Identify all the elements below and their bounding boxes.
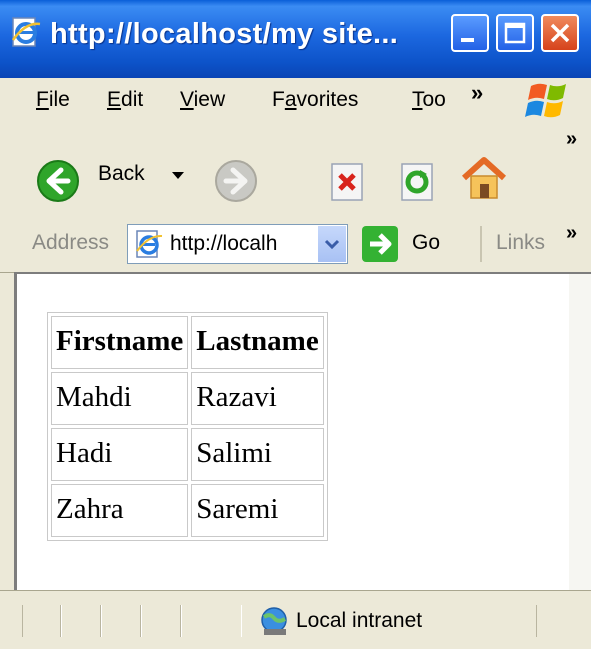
menu-favorites[interactable]: Favorites (272, 88, 358, 112)
status-divider (536, 605, 538, 637)
local-intranet-globe-icon (261, 607, 287, 635)
go-arrow-icon (370, 233, 392, 255)
status-bar: Local intranet (0, 590, 591, 649)
address-bar: Address http://localh Go Links » (0, 218, 591, 273)
security-zone-label: Local intranet (296, 609, 423, 632)
address-input[interactable]: http://localh (127, 224, 348, 264)
toolbar-divider (480, 226, 482, 262)
menu-view-accel: V (180, 88, 194, 111)
stop-icon[interactable] (328, 162, 368, 202)
menu-bar: File Edit View Favorites Too » (0, 78, 591, 123)
ie-page-icon (136, 230, 163, 258)
chevron-down-icon (324, 239, 340, 250)
maximize-icon (504, 22, 526, 44)
go-label[interactable]: Go (412, 231, 440, 255)
cell-firstname: Mahdi (51, 372, 189, 425)
menu-favorites-label: vorites (296, 88, 359, 111)
menu-view[interactable]: View (180, 88, 225, 112)
windows-logo-icon (525, 83, 566, 118)
cell-firstname: Hadi (51, 428, 189, 481)
table-header-row: Firstname Lastname (51, 316, 324, 369)
back-arrow-icon (37, 160, 79, 202)
table-row: Hadi Salimi (51, 428, 324, 481)
cell-lastname: Salimi (191, 428, 324, 481)
maximize-button[interactable] (496, 14, 534, 52)
refresh-icon[interactable] (398, 162, 438, 202)
title-bar[interactable]: http://localhost/my site... (0, 0, 591, 78)
go-button[interactable] (362, 226, 398, 262)
menu-file-accel: F (36, 88, 49, 111)
ie-page-icon (11, 17, 41, 47)
status-pane (60, 605, 102, 637)
status-pane (22, 605, 62, 637)
status-pane (140, 605, 182, 637)
browser-window: http://localhost/my site... File Edit Vi… (0, 0, 591, 649)
table-row: Zahra Saremi (51, 484, 324, 537)
status-pane (100, 605, 142, 637)
header-lastname: Lastname (191, 316, 324, 369)
address-overflow-chevron[interactable]: » (566, 222, 577, 245)
menu-file[interactable]: File (36, 88, 70, 112)
address-dropdown-button[interactable] (318, 226, 346, 262)
address-label: Address (32, 231, 110, 254)
menu-edit-accel: E (107, 88, 122, 111)
minimize-icon (461, 38, 474, 42)
menu-file-label: ile (48, 88, 70, 111)
links-label[interactable]: Links (496, 231, 545, 255)
menu-tools[interactable]: Too (412, 88, 446, 112)
page-content: Firstname Lastname Mahdi Razavi Hadi Sal… (14, 272, 591, 590)
menu-tools-accel: T (412, 88, 423, 111)
cell-lastname: Saremi (191, 484, 324, 537)
close-button[interactable] (541, 14, 579, 52)
names-table: Firstname Lastname Mahdi Razavi Hadi Sal… (47, 312, 328, 541)
forward-arrow-icon[interactable] (214, 159, 258, 203)
window-title: http://localhost/my site... (50, 18, 399, 50)
toolbar-overflow-chevron[interactable]: » (566, 128, 577, 151)
standard-toolbar: Back » (0, 122, 591, 219)
close-icon (550, 23, 570, 43)
minimize-button[interactable] (451, 14, 489, 52)
menu-edit-label: dit (121, 88, 144, 111)
menu-favorites-accel: a (284, 88, 297, 111)
back-label[interactable]: Back (98, 162, 145, 186)
menu-overflow-chevron[interactable]: » (471, 80, 483, 106)
menu-edit[interactable]: Edit (107, 88, 143, 112)
menu-view-label: iew (193, 88, 226, 111)
menu-favorites-pre: F (272, 88, 285, 111)
status-pane (180, 605, 242, 637)
table-row: Mahdi Razavi (51, 372, 324, 425)
cell-lastname: Razavi (191, 372, 324, 425)
home-icon[interactable] (460, 154, 508, 202)
vertical-scrollbar[interactable] (569, 274, 591, 590)
address-value: http://localh (170, 232, 278, 255)
header-firstname: Firstname (51, 316, 189, 369)
cell-firstname: Zahra (51, 484, 189, 537)
menu-tools-label: oo (422, 88, 446, 111)
back-dropdown-icon[interactable] (172, 172, 184, 179)
